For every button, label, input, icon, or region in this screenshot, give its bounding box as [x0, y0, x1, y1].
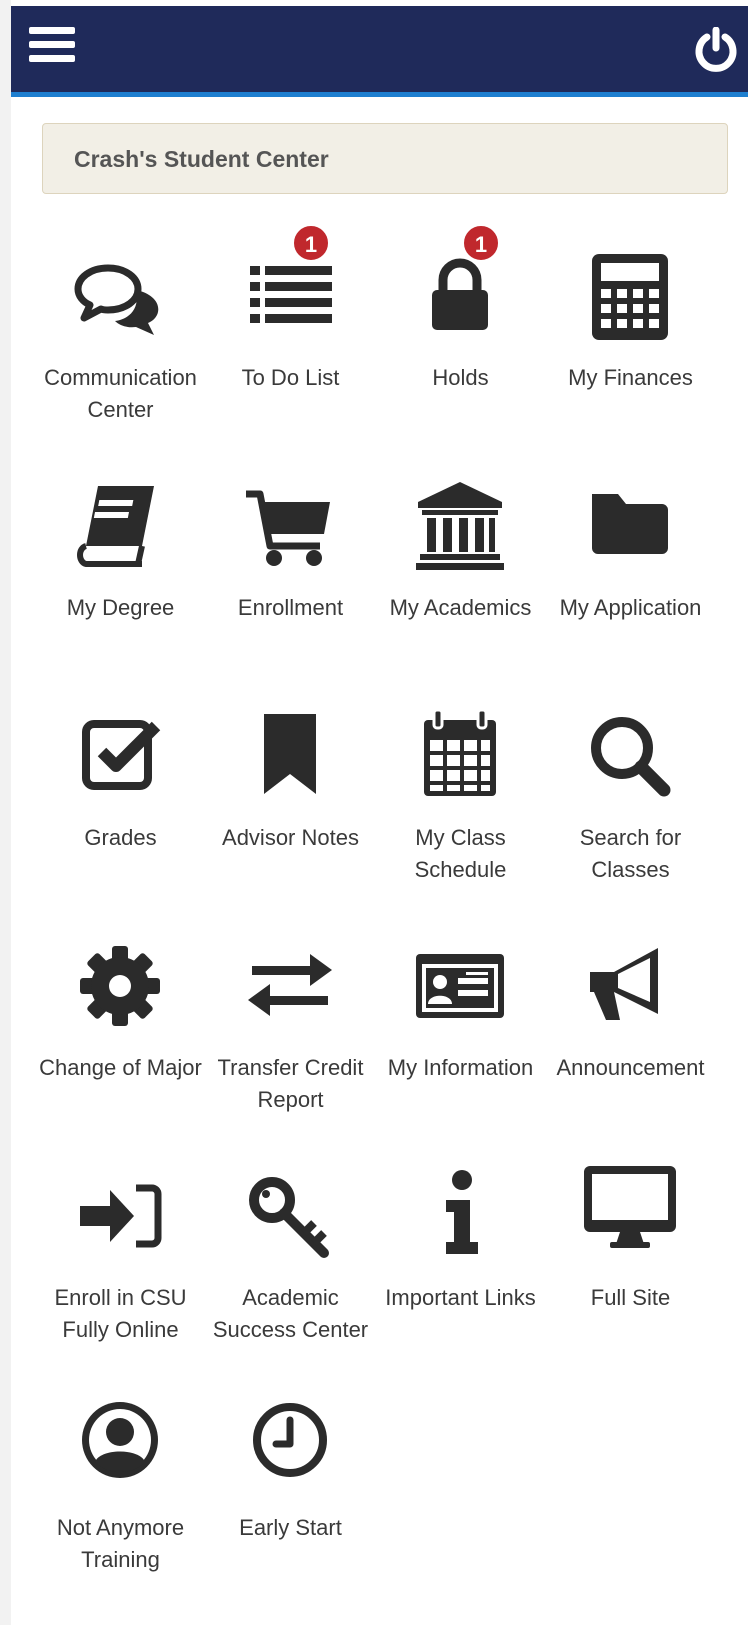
tile-label: My Class Schedule — [414, 825, 507, 882]
sign-in-icon — [70, 1166, 170, 1266]
chat-bubbles-icon — [70, 246, 170, 346]
user-circle-icon — [70, 1396, 170, 1496]
tile-label: Change of Major — [39, 1055, 202, 1080]
id-card-icon — [410, 936, 510, 1036]
institution-icon — [410, 476, 510, 576]
info-icon — [410, 1166, 510, 1266]
exchange-arrows-icon — [240, 936, 340, 1036]
cart-icon — [240, 476, 340, 576]
tile-label: Announcement — [556, 1055, 705, 1080]
tile-label: Not Anymore Training — [56, 1515, 185, 1572]
book-icon — [70, 476, 170, 576]
tile-label: Important Links — [385, 1285, 536, 1310]
key-icon — [240, 1166, 340, 1266]
student-center-page: Crash's Student Center Communication Cen… — [11, 6, 748, 1625]
tile-label: My Application — [559, 595, 702, 620]
tile-label: Advisor Notes — [222, 825, 359, 850]
tile-label: Grades — [84, 825, 157, 850]
folder-icon — [580, 476, 680, 576]
hamburger-menu-icon[interactable] — [29, 27, 75, 71]
tile-label: Full Site — [590, 1285, 671, 1310]
tile-label: My Degree — [66, 595, 175, 620]
tile-label: My Finances — [568, 365, 693, 390]
page-title: Crash's Student Center — [74, 146, 329, 172]
calculator-icon — [580, 246, 680, 346]
tile-label: Transfer Credit Report — [217, 1055, 364, 1112]
tile-label: My Information — [387, 1055, 534, 1080]
notification-badge: 1 — [462, 224, 500, 262]
tile-label: Enroll in CSU Fully Online — [54, 1285, 187, 1342]
megaphone-icon — [580, 936, 680, 1036]
student-center-title-box: Crash's Student Center — [42, 123, 728, 194]
tile-label: Early Start — [239, 1515, 342, 1540]
tile-label: Enrollment — [237, 595, 344, 620]
tile-label: Academic Success Center — [212, 1285, 369, 1342]
bookmark-icon — [240, 706, 340, 806]
left-gutter — [0, 0, 11, 1625]
calendar-icon — [410, 706, 510, 806]
notification-badge: 1 — [292, 224, 330, 262]
tile-label: My Academics — [389, 595, 532, 620]
tile-label: Search for Classes — [579, 825, 682, 882]
top-nav-bar — [11, 6, 748, 97]
tile-label: To Do List — [241, 365, 340, 390]
desktop-icon — [580, 1166, 680, 1266]
checkbox-icon — [70, 706, 170, 806]
lock-icon — [410, 246, 510, 346]
list-icon — [240, 246, 340, 346]
tile-label: Holds — [432, 365, 489, 390]
gear-icon — [70, 936, 170, 1036]
search-icon — [580, 706, 680, 806]
tile-label: Communication Center — [44, 365, 197, 422]
clock-icon — [240, 1396, 340, 1496]
power-icon[interactable] — [693, 26, 739, 73]
